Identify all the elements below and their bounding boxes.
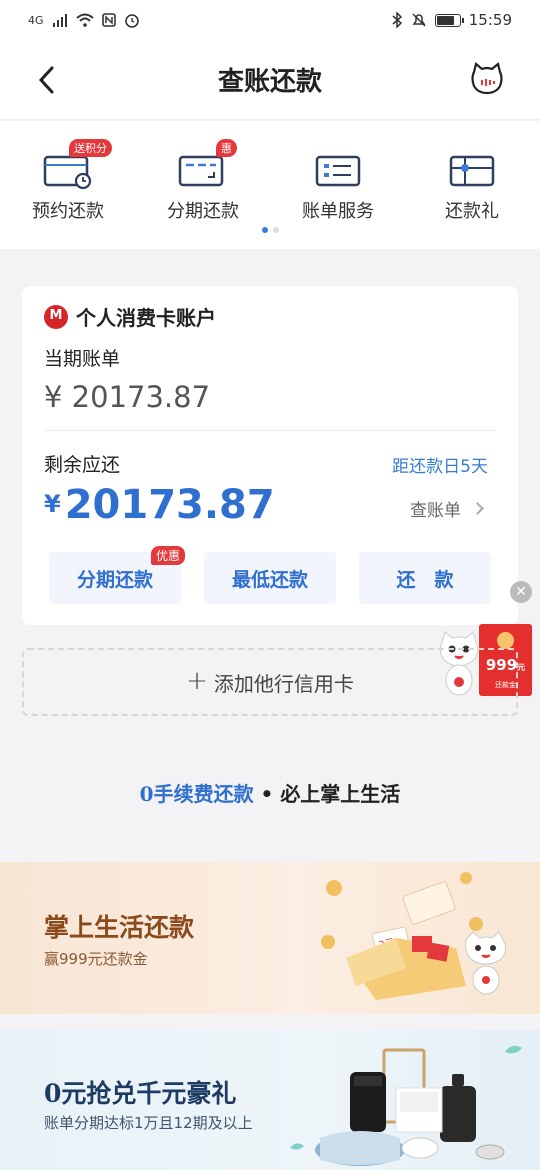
plus-icon: + [186,666,208,696]
quick-item-label: 预约还款 [32,201,104,222]
network-type: 4G [28,13,44,27]
quick-item-scheduled-repay[interactable]: 送积分 预约还款 [13,139,123,223]
slogan-zero: 0 [139,782,154,806]
due-date-text: 距还款日5天 [392,457,488,477]
banner-subtitle: 赢999元还款金 [44,950,148,968]
quick-item-repay-gift[interactable]: 还款礼 [417,151,527,223]
banner-title: 0元抢兑千元豪礼 [44,1079,237,1108]
current-bill-amount: ¥ 20173.87 [44,380,211,414]
slogan-main: 手续费还款 [153,782,254,806]
page-indicator [0,227,540,233]
status-bar: 4G 15:59 [0,0,540,40]
account-name: 个人消费卡账户 [76,306,216,330]
customer-service-cat-icon[interactable] [470,62,504,96]
quick-item-label: 还款礼 [445,201,499,222]
banner-subtitle: 账单分期达标1万且12期及以上 [44,1114,253,1132]
minimum-repay-button[interactable]: 最低还款 [204,552,336,604]
home-appliances-illustration-icon [290,1045,522,1166]
page-title: 查账还款 [217,67,322,97]
page-dot [272,227,279,233]
repay-label: 还 款 [396,568,454,591]
alarm-icon [124,14,139,28]
repay-promo-banner[interactable]: 掌上生活还款 赢999元还款金 2元 [0,862,540,1014]
nfc-icon [101,13,116,27]
slogan-separator: • [253,782,281,806]
mute-bell-icon [412,13,426,27]
close-promo-button[interactable]: ✕ [510,581,532,603]
quick-item-bill-service[interactable]: 账单服务 [283,151,393,223]
account-header: 个人消费卡账户 [44,302,216,331]
quick-menu: 送积分 预约还款 惠 分期还款 账单服务 还款礼 [0,121,540,249]
quick-item-label: 分期还款 [167,201,239,222]
divider [44,430,496,431]
account-card: 个人消费卡账户 当期账单 ¥ 20173.87 剩余应还 距还款日5天 ¥201… [22,286,518,625]
clock: 15:59 [468,11,512,29]
battery-icon [434,13,464,27]
remaining-amount-value: 20173.87 [64,482,275,528]
view-bill-label: 查账单 [410,501,461,521]
remaining-label: 剩余应还 [44,454,121,476]
banner-title: 掌上生活还款 [44,913,195,942]
bank-logo-icon [44,304,68,329]
bluetooth-icon [392,12,402,28]
quick-item-installment[interactable]: 惠 分期还款 [148,139,258,223]
remaining-amount: ¥20173.87 [44,482,275,528]
calendar-clock-icon [43,155,92,190]
installment-button-label: 分期还款 [76,568,153,591]
slogan-tail: 必上掌上生活 [280,782,401,806]
seal-icon [497,632,514,649]
add-card-label: 添加他行信用卡 [213,671,354,696]
currency-symbol: ¥ [44,490,61,518]
nav-header: 查账还款 [0,40,540,120]
signal-icon [52,14,67,27]
chevron-right-icon [471,502,484,515]
installment-button[interactable]: 分期还款 优惠 [49,546,185,604]
gift-box-illustration-icon: 2元 [321,872,507,1000]
view-bill-link[interactable]: 查账单 [410,496,484,521]
installment-gift-banner[interactable]: 0元抢兑千元豪礼 账单分期达标1万且12期及以上 [0,1030,540,1170]
discount-badge: 优惠 [150,546,185,565]
minimum-repay-label: 最低还款 [231,568,308,591]
quick-badge: 送积分 [69,139,112,157]
quick-badge: 惠 [216,139,237,157]
back-arrow-icon[interactable] [36,66,58,94]
quick-item-label: 账单服务 [302,201,374,222]
card-split-icon [178,155,224,187]
page-dot-active [261,227,268,233]
current-bill-label: 当期账单 [44,348,121,370]
repay-button[interactable]: 还 款 [359,552,491,604]
wifi-icon [75,13,94,27]
bill-list-icon [315,155,361,187]
promo-unit: 元 [517,663,526,672]
slogan: 0手续费还款 • 必上掌上生活 [0,778,540,807]
add-other-bank-card[interactable]: + 添加他行信用卡 [22,648,518,716]
gift-card-icon [449,155,495,187]
